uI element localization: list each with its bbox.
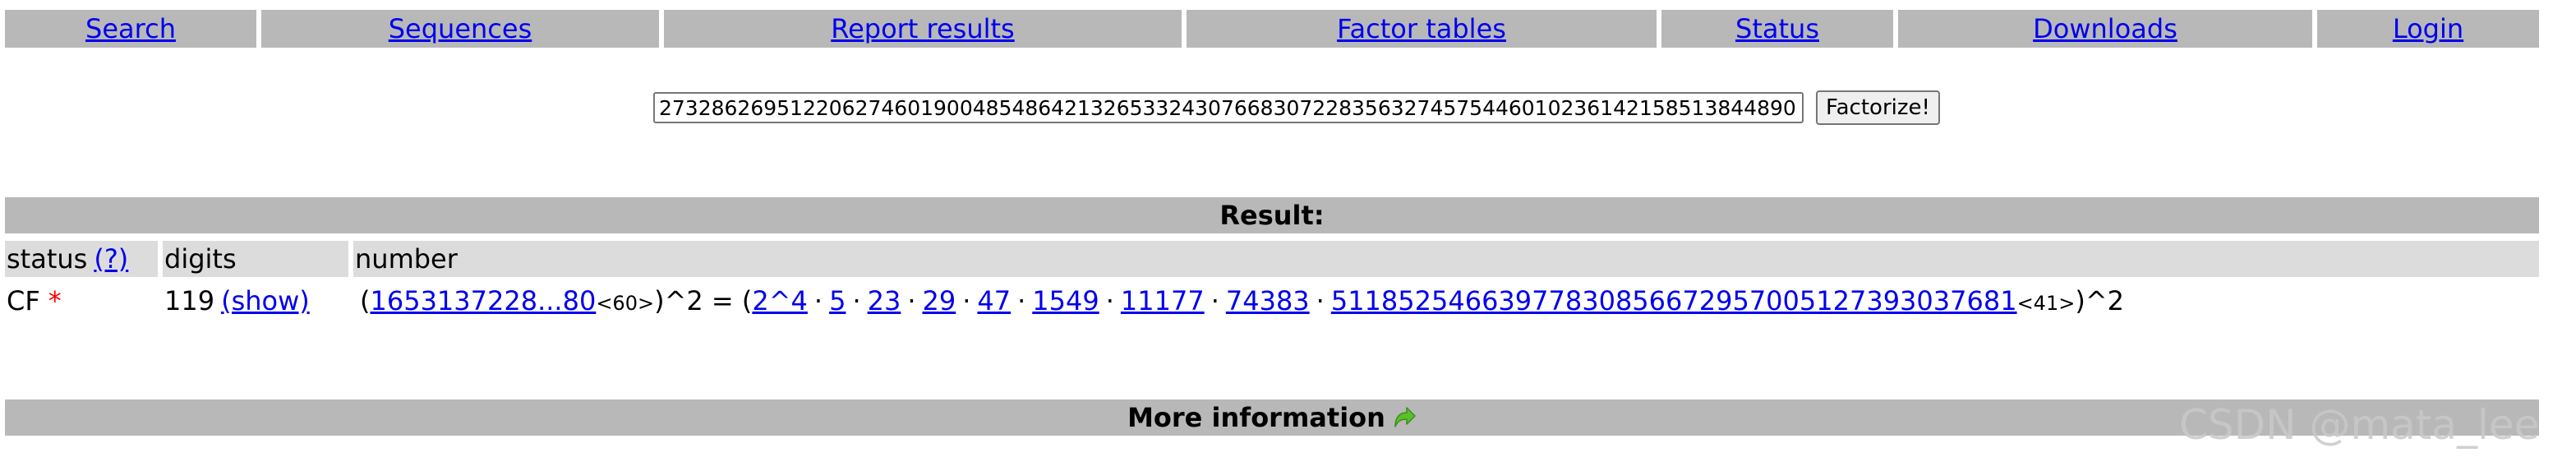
base-number-link[interactable]: 1653137228...80 [370, 285, 596, 316]
factor-link[interactable]: 1549 [1032, 285, 1099, 316]
factor-link[interactable]: 74383 [1226, 285, 1310, 316]
status-help-link[interactable]: (?) [94, 243, 128, 275]
close-paren: )^2 [2075, 285, 2124, 316]
factorization-expression: ( 1653137228...80 <60> )^2 = ( 2^4 · 5 ·… [355, 285, 2124, 316]
factor-separator: · [1316, 285, 1325, 316]
factor-separator: · [962, 285, 971, 316]
nav-link-search[interactable]: Search [85, 13, 176, 44]
more-information-label: More information [1127, 402, 1385, 433]
number-cell: ( 1653137228...80 <60> )^2 = ( 2^4 · 5 ·… [353, 283, 2539, 319]
status-value: CF [7, 285, 40, 316]
factor-link[interactable]: 5118525466397783085667295700512739303768… [1331, 285, 2017, 316]
base-number-digits: <60> [596, 292, 655, 315]
csdn-watermark: CSDN @mata_lee [2179, 401, 2540, 449]
number-input[interactable] [653, 92, 1804, 123]
factor-separator: · [813, 285, 823, 316]
factor-link[interactable]: 11177 [1121, 285, 1205, 316]
digits-value: 119 [164, 285, 215, 316]
factor-link[interactable]: 2^4 [752, 285, 808, 316]
nav-link-login[interactable]: Login [2393, 13, 2463, 44]
more-information-bar[interactable]: More information [5, 399, 2539, 436]
nav-cell-sequences: Sequences [261, 10, 659, 48]
nav-cell-factor-tables: Factor tables [1187, 10, 1657, 48]
nav-cell-downloads: Downloads [1898, 10, 2312, 48]
nav-link-downloads[interactable]: Downloads [2033, 13, 2177, 44]
share-arrow-icon [1392, 405, 1417, 430]
digits-cell: 119 (show) [163, 283, 348, 319]
factor-separator: · [1210, 285, 1219, 316]
factorize-button[interactable]: Factorize! [1816, 90, 1940, 125]
column-header-number: number [353, 241, 2539, 277]
table-row: CF * 119 (show) ( 1653137228...80 <60> )… [5, 283, 2539, 319]
last-factor-digits: <41> [2016, 292, 2076, 315]
nav-link-report-results[interactable]: Report results [831, 13, 1014, 44]
result-column-headers: status (?) digits number [5, 241, 2539, 277]
result-header: Result: [5, 197, 2539, 233]
show-number-link[interactable]: (show) [221, 285, 310, 316]
equals-sign: )^2 = ( [654, 285, 753, 316]
open-paren: ( [360, 285, 371, 316]
factor-separator: · [1105, 285, 1114, 316]
nav-link-factor-tables[interactable]: Factor tables [1337, 13, 1506, 44]
nav-cell-status: Status [1661, 10, 1893, 48]
status-marker: * [48, 285, 62, 316]
nav-cell-search: Search [5, 10, 256, 48]
top-navigation: Search Sequences Report results Factor t… [5, 10, 2539, 48]
nav-link-sequences[interactable]: Sequences [389, 13, 532, 44]
factor-link[interactable]: 29 [923, 285, 956, 316]
factor-separator: · [852, 285, 861, 316]
factor-link[interactable]: 23 [868, 285, 901, 316]
nav-cell-report-results: Report results [664, 10, 1182, 48]
nav-link-status[interactable]: Status [1735, 13, 1819, 44]
status-header-label: status [7, 243, 88, 275]
factor-separator: · [907, 285, 916, 316]
factor-link[interactable]: 47 [977, 285, 1011, 316]
nav-cell-login: Login [2317, 10, 2539, 48]
column-header-digits: digits [163, 241, 348, 277]
column-header-status: status (?) [5, 241, 158, 277]
status-cell: CF * [5, 283, 158, 319]
factor-link[interactable]: 5 [829, 285, 846, 316]
factor-separator: · [1017, 285, 1026, 316]
